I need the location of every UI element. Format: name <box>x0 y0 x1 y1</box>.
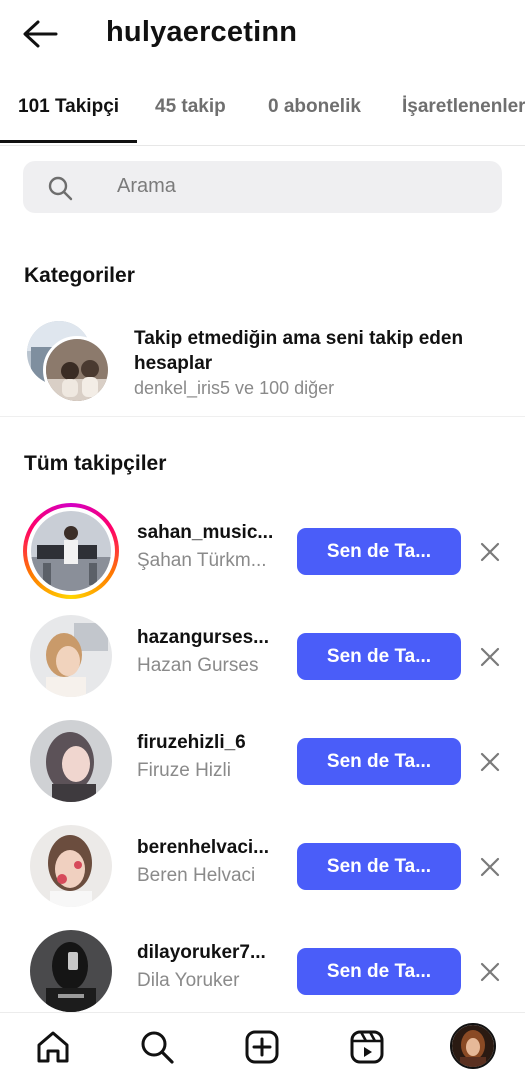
bottom-nav <box>0 1012 525 1080</box>
category-title: Takip etmediğin ama seni takip eden hesa… <box>134 328 464 374</box>
tab-flagged[interactable]: İşaretlenenler <box>402 96 525 118</box>
avatar[interactable] <box>30 825 112 907</box>
follow-back-button[interactable]: Sen de Ta... <box>297 948 461 995</box>
followers-heading: Tüm takipçiler <box>24 452 167 475</box>
profile-avatar[interactable] <box>450 1023 496 1069</box>
page-title: hulyaercetinn <box>106 16 298 48</box>
back-button[interactable] <box>18 16 62 52</box>
close-icon <box>480 752 500 772</box>
follower-row: dilayoruker7... Dila Yoruker Sen de Ta..… <box>0 920 525 1020</box>
remove-follower-button[interactable] <box>474 536 506 568</box>
follow-back-button[interactable]: Sen de Ta... <box>297 738 461 785</box>
follower-fullname: Firuze Hizli <box>137 760 231 781</box>
search-input[interactable]: Arama <box>23 161 502 213</box>
close-icon <box>480 962 500 982</box>
tab-followers[interactable]: 101 Takipçi <box>18 96 119 118</box>
close-icon <box>480 647 500 667</box>
follower-username[interactable]: firuzehizli_6 <box>137 732 282 754</box>
remove-follower-button[interactable] <box>474 746 506 778</box>
close-icon <box>480 857 500 877</box>
follower-username[interactable]: dilayoruker7... <box>137 942 282 964</box>
remove-follower-button[interactable] <box>474 641 506 673</box>
followers-screen: hulyaercetinn 101 Takipçi 45 takip 0 abo… <box>0 0 525 1080</box>
search-icon <box>141 1031 174 1064</box>
avatar[interactable] <box>30 930 112 1012</box>
follower-row: berenhelvaci... Beren Helvaci Sen de Ta.… <box>0 815 525 915</box>
category-not-following-back[interactable]: Takip etmediğin ama seni takip eden hesa… <box>0 314 525 414</box>
nav-create[interactable] <box>240 1025 284 1069</box>
follower-username[interactable]: sahan_music... <box>137 522 282 544</box>
tab-following[interactable]: 45 takip <box>155 96 226 118</box>
search-placeholder: Arama <box>117 175 176 197</box>
nav-search[interactable] <box>135 1025 179 1069</box>
category-subtitle: denkel_iris5 ve 100 diğer <box>134 378 335 398</box>
follow-back-button[interactable]: Sen de Ta... <box>297 528 461 575</box>
avatar[interactable] <box>31 511 111 591</box>
section-divider <box>0 416 525 417</box>
header: hulyaercetinn <box>0 0 525 70</box>
follower-username[interactable]: berenhelvaci... <box>137 837 282 859</box>
follower-fullname: Beren Helvaci <box>137 865 256 886</box>
follow-back-button[interactable]: Sen de Ta... <box>297 843 461 890</box>
categories-heading: Kategoriler <box>24 264 135 287</box>
create-icon <box>245 1030 279 1064</box>
follower-fullname: Hazan Gurses <box>137 655 259 676</box>
follow-back-button[interactable]: Sen de Ta... <box>297 633 461 680</box>
tab-subscriptions[interactable]: 0 abonelik <box>268 96 361 118</box>
tab-bar: 101 Takipçi 45 takip 0 abonelik İşaretle… <box>0 86 525 146</box>
arrow-left-icon <box>23 20 58 48</box>
follower-username[interactable]: hazangurses... <box>137 627 282 649</box>
avatar[interactable] <box>30 720 112 802</box>
home-icon <box>37 1031 69 1063</box>
remove-follower-button[interactable] <box>474 851 506 883</box>
follower-fullname: Şahan Türkm... <box>137 550 267 571</box>
follower-row: sahan_music... Şahan Türkm... Sen de Ta.… <box>0 500 525 600</box>
category-avatar-front <box>43 336 111 404</box>
close-icon <box>480 542 500 562</box>
remove-follower-button[interactable] <box>474 956 506 988</box>
active-tab-indicator <box>0 140 137 143</box>
follower-row: hazangurses... Hazan Gurses Sen de Ta... <box>0 605 525 705</box>
nav-home[interactable] <box>31 1025 75 1069</box>
reels-icon <box>350 1030 384 1064</box>
nav-reels[interactable] <box>345 1025 389 1069</box>
avatar[interactable] <box>30 615 112 697</box>
follower-fullname: Dila Yoruker <box>137 970 240 991</box>
search-icon <box>48 176 73 201</box>
follower-row: firuzehizli_6 Firuze Hizli Sen de Ta... <box>0 710 525 810</box>
